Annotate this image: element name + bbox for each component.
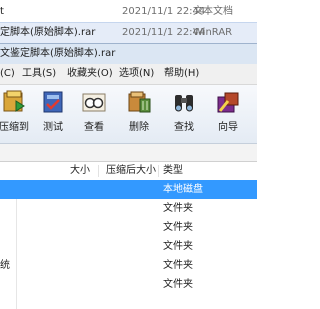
window-title: 文鉴定脚本(原始脚本).rar (0, 48, 116, 59)
delete-button[interactable]: 删除 (117, 87, 161, 141)
view-icon (82, 93, 106, 112)
find-icon (175, 95, 193, 112)
explorer-file-name: 定脚本(原始脚本).rar (0, 27, 96, 38)
column-packed-size[interactable]: 压缩后大小 (106, 162, 156, 180)
menu-item-tools[interactable]: 工具(S) (22, 64, 56, 84)
explorer-row-selected[interactable]: 定脚本(原始脚本).rar 2021/11/1 22:44 WinRAR (0, 22, 257, 44)
menu-item-help[interactable]: 帮助(H) (164, 64, 199, 84)
menu-item-commands[interactable]: (C) (0, 64, 15, 84)
test-label: 测试 (43, 122, 63, 133)
delete-icon (128, 91, 151, 113)
wizard-button[interactable]: 向导 (206, 87, 250, 141)
explorer-file-type: 文本文档 (193, 6, 233, 17)
wizard-icon (217, 92, 239, 113)
wizard-label: 向导 (218, 122, 238, 133)
find-button[interactable]: 查找 (162, 87, 206, 141)
list-item[interactable]: 文件夹 (0, 237, 257, 256)
list-item-type: 文件夹 (163, 222, 193, 233)
list-item[interactable]: 文件夹 (0, 199, 257, 218)
list-item-name: 统 (0, 260, 10, 271)
list-item-type: 文件夹 (163, 279, 193, 290)
explorer-row[interactable]: t 2021/11/1 22:44 文本文档 (0, 2, 257, 22)
menu-item-favorites[interactable]: 收藏夹(O) (67, 64, 113, 84)
find-label: 查找 (174, 122, 194, 133)
address-bar[interactable] (0, 144, 257, 162)
list-item[interactable]: 本地磁盘 (0, 180, 257, 199)
extract-icon (3, 90, 25, 112)
view-button[interactable]: 查看 (72, 87, 116, 141)
list-item[interactable]: 文件夹 (0, 275, 257, 294)
column-size[interactable]: 大小 (70, 162, 90, 180)
list-item-type: 文件夹 (163, 241, 193, 252)
list-item[interactable]: 文件夹 (0, 218, 257, 237)
list-item[interactable]: 统 文件夹 (0, 256, 257, 275)
explorer-file-name: t (0, 6, 4, 17)
list-item-type: 本地磁盘 (163, 184, 203, 195)
view-label: 查看 (84, 122, 104, 133)
window-title-bar[interactable]: 文鉴定脚本(原始脚本).rar (0, 43, 257, 64)
toolbar: 压缩到 测试 查看 删除 查找 向导 (0, 85, 257, 144)
test-button[interactable]: 测试 (31, 87, 75, 141)
test-icon (43, 91, 63, 113)
list-item-type: 文件夹 (163, 260, 193, 271)
list-item-type: 文件夹 (163, 203, 193, 214)
explorer-file-type: WinRAR (193, 27, 233, 38)
menu-bar: (C) 工具(S) 收藏夹(O) 选项(N) 帮助(H) (0, 64, 257, 85)
column-header: 大小 压缩后大小 类型 (0, 162, 257, 181)
column-type[interactable]: 类型 (163, 162, 183, 180)
menu-item-options[interactable]: 选项(N) (119, 64, 154, 84)
column-separator[interactable] (158, 165, 159, 177)
delete-label: 删除 (129, 122, 149, 133)
column-separator[interactable] (98, 165, 99, 177)
